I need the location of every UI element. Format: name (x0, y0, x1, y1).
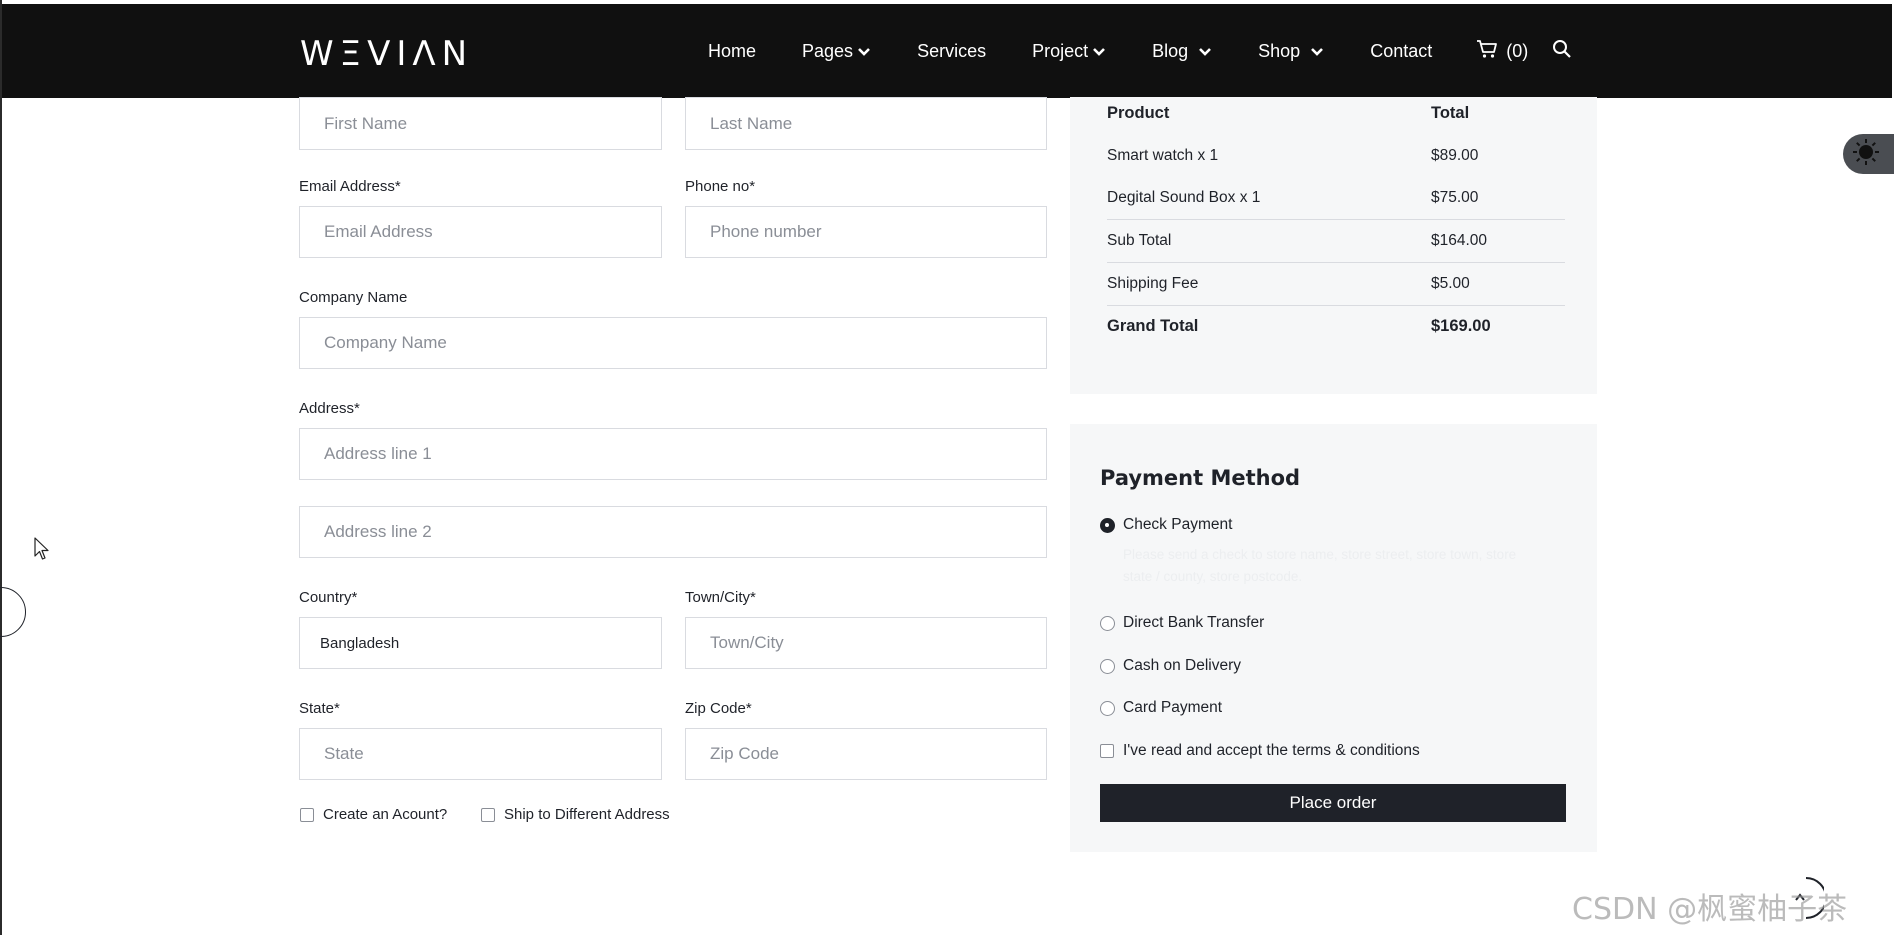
payment-option-card[interactable]: Card Payment (1100, 699, 1222, 717)
summary-item-name: Smart watch x 1 (1107, 147, 1219, 164)
payment-title: Payment Method (1100, 466, 1301, 490)
payment-option-bank[interactable]: Direct Bank Transfer (1100, 614, 1264, 632)
window-left-border (0, 0, 2, 935)
nav-contact[interactable]: Contact (1370, 41, 1432, 62)
summary-item-total: $75.00 (1431, 189, 1479, 206)
terms-option[interactable]: I've read and accept the terms & conditi… (1100, 742, 1420, 760)
phone-field[interactable]: Phone number (685, 206, 1047, 258)
nav-blog[interactable]: Blog (1152, 41, 1212, 62)
subtotal-label: Sub Total (1107, 232, 1172, 249)
cart-count: (0) (1506, 41, 1529, 61)
nav-project-label: Project (1032, 41, 1089, 61)
state-field[interactable]: State (299, 728, 662, 780)
first-name-field[interactable]: First Name (299, 97, 662, 150)
country-label: Country* (299, 589, 358, 606)
summary-item-name: Degital Sound Box x 1 (1107, 189, 1261, 206)
company-label: Company Name (299, 289, 408, 306)
email-field[interactable]: Email Address (299, 206, 662, 258)
payment-description: Please send a check to store name, store… (1123, 547, 1517, 584)
address-line1-field[interactable]: Address line 1 (299, 428, 1047, 480)
shipping-value: $5.00 (1431, 275, 1470, 292)
grand-total-label: Grand Total (1107, 317, 1199, 335)
address-line2-field[interactable]: Address line 2 (299, 506, 1047, 558)
radio-card-payment[interactable] (1100, 700, 1115, 716)
chevron-down-icon (1092, 41, 1106, 62)
state-label: State* (299, 700, 340, 717)
summary-divider (1107, 262, 1565, 263)
country-select[interactable]: Bangladesh (299, 617, 662, 669)
nav-services[interactable]: Services (917, 41, 986, 62)
company-field[interactable]: Company Name (299, 317, 1047, 369)
cart-icon (1476, 39, 1506, 64)
summary-row: Degital Sound Box x 1 $75.00 (1107, 189, 1565, 207)
chevron-down-icon (1198, 41, 1212, 62)
sun-icon (1851, 137, 1881, 172)
shipping-label: Shipping Fee (1107, 275, 1199, 292)
payment-option-label: Check Payment (1123, 516, 1233, 533)
summary-row: Shipping Fee $5.00 (1107, 275, 1565, 293)
town-label: Town/City* (685, 589, 756, 606)
radio-cash-on-delivery[interactable] (1100, 658, 1115, 674)
summary-divider (1107, 305, 1565, 306)
chevron-down-icon (1310, 41, 1324, 62)
chevron-down-icon (857, 41, 871, 62)
payment-option-check[interactable]: Check Payment (1100, 516, 1232, 534)
payment-option-cod[interactable]: Cash on Delivery (1100, 657, 1241, 675)
site-header: WΞVIΛN Home Pages Services Project Blog … (2, 4, 1892, 98)
summary-header-total: Total (1431, 104, 1470, 122)
nav-home[interactable]: Home (708, 41, 756, 62)
payment-option-label: Cash on Delivery (1123, 657, 1242, 674)
side-panel-toggle[interactable] (0, 587, 26, 637)
last-name-field[interactable]: Last Name (685, 97, 1047, 150)
ship-different-option[interactable]: Ship to Different Address (481, 806, 670, 823)
payment-option-label: Card Payment (1123, 699, 1223, 716)
watermark: CSDN @枫蜜柚子茶 (1572, 892, 1848, 927)
create-account-checkbox[interactable] (300, 807, 314, 822)
zip-field[interactable]: Zip Code (685, 728, 1047, 780)
terms-label: I've read and accept the terms & conditi… (1123, 742, 1420, 759)
nav-pages-label: Pages (802, 41, 854, 61)
zip-label: Zip Code* (685, 700, 752, 717)
email-label: Email Address* (299, 178, 401, 195)
create-account-option[interactable]: Create an Acount? (300, 806, 447, 823)
ship-different-label: Ship to Different Address (504, 806, 670, 823)
terms-checkbox[interactable] (1100, 744, 1114, 758)
cart-button[interactable]: (0) (1476, 39, 1528, 64)
summary-divider (1107, 219, 1565, 220)
radio-bank-transfer[interactable] (1100, 615, 1115, 631)
create-account-label: Create an Acount? (323, 806, 448, 823)
theme-toggle[interactable] (1843, 134, 1894, 174)
phone-label: Phone no* (685, 178, 756, 195)
town-field[interactable]: Town/City (685, 617, 1047, 669)
summary-header-product: Product (1107, 104, 1170, 122)
nav-services-label: Services (917, 41, 987, 61)
place-order-button[interactable]: Place order (1100, 784, 1566, 822)
grand-total-row: Grand Total $169.00 (1107, 317, 1565, 336)
address-label: Address* (299, 400, 360, 417)
radio-check-payment[interactable] (1100, 517, 1115, 533)
search-icon (1552, 39, 1572, 64)
grand-total-value: $169.00 (1431, 317, 1491, 335)
summary-header-row: Product Total (1107, 104, 1565, 123)
ship-different-checkbox[interactable] (481, 807, 495, 822)
summary-row: Sub Total $164.00 (1107, 232, 1565, 250)
nav-pages[interactable]: Pages (802, 41, 871, 62)
nav-shop-label: Shop (1258, 41, 1301, 61)
search-button[interactable] (1552, 39, 1572, 64)
site-logo[interactable]: WΞVIΛN (300, 34, 473, 74)
mouse-cursor-icon (34, 537, 50, 566)
nav-blog-label: Blog (1152, 41, 1189, 61)
summary-item-total: $89.00 (1431, 147, 1479, 164)
nav-project[interactable]: Project (1032, 41, 1106, 62)
main-nav: Home Pages Services Project Blog Shop Co… (708, 39, 1572, 64)
payment-option-label: Direct Bank Transfer (1123, 614, 1265, 631)
summary-row: Smart watch x 1 $89.00 (1107, 147, 1565, 165)
nav-contact-label: Contact (1370, 41, 1433, 61)
subtotal-value: $164.00 (1431, 232, 1488, 249)
nav-home-label: Home (708, 41, 757, 61)
nav-shop[interactable]: Shop (1258, 41, 1324, 62)
